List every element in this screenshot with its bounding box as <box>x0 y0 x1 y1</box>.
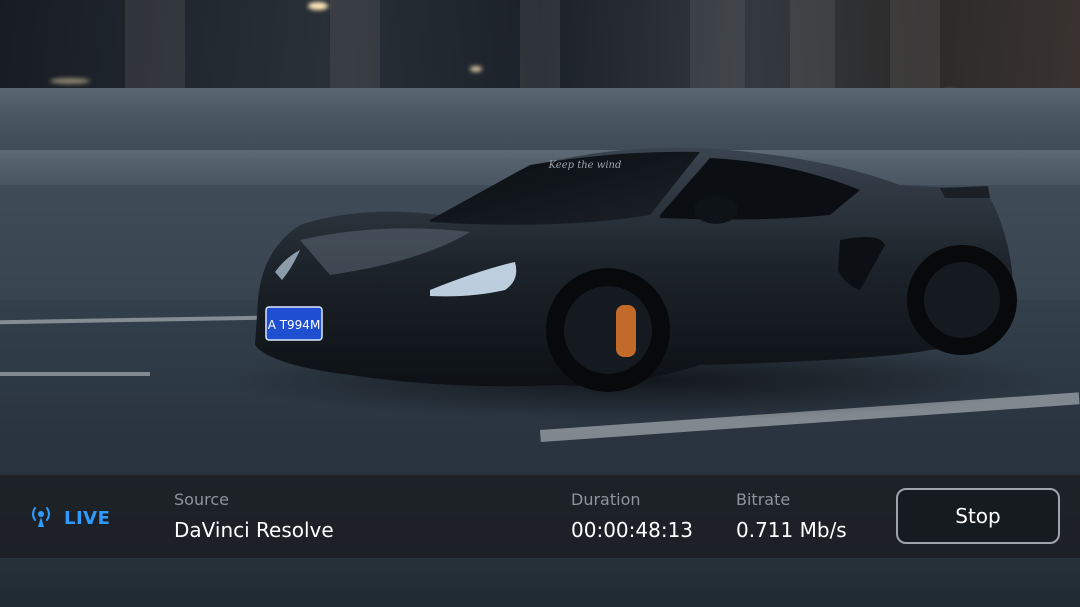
brake-caliper <box>616 305 636 357</box>
windshield-decal: Keep the wind <box>548 160 622 171</box>
video-preview: A T994M Keep the wind LIVE Source DaVinc… <box>0 0 1080 607</box>
source-field: Source DaVinci Resolve <box>174 489 334 547</box>
stop-button[interactable]: Stop <box>896 488 1060 544</box>
duration-value: 00:00:48:13 <box>571 518 694 542</box>
front-rim <box>564 286 652 374</box>
rear-rim <box>924 262 1000 338</box>
side-mirror <box>694 196 738 224</box>
source-caption: Source <box>174 490 229 509</box>
bitrate-value: 0.711 Mb/s <box>736 518 847 542</box>
recording-status-bar: LIVE Source DaVinci Resolve Duration 00:… <box>0 474 1080 560</box>
bitrate-field: Bitrate 0.711 Mb/s <box>736 489 847 547</box>
duration-caption: Duration <box>571 490 641 509</box>
broadcast-icon <box>28 503 54 533</box>
license-plate-text: A T994M <box>268 318 321 332</box>
bitrate-caption: Bitrate <box>736 490 791 509</box>
road-bottom <box>0 558 1080 607</box>
duration-field: Duration 00:00:48:13 <box>571 489 693 547</box>
live-label: LIVE <box>64 507 111 529</box>
rear-spoiler <box>940 186 990 198</box>
live-indicator: LIVE <box>28 505 110 531</box>
source-value: DaVinci Resolve <box>174 518 334 542</box>
